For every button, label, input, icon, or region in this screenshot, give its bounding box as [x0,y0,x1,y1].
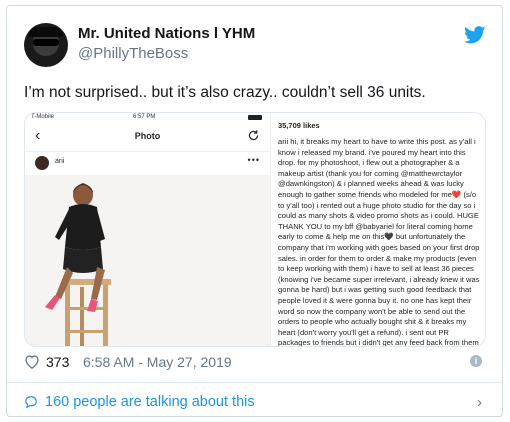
comment-bubble-icon [25,396,37,409]
instagram-post: T-Mobile 6:57 PM ‹ Photo arii ••• [25,113,271,346]
heart-icon[interactable] [24,354,40,369]
post-caption-panel: 35,709 likes arii hi, it breaks my heart… [278,115,483,347]
conversation-link[interactable]: 160 people are talking about this › [24,394,486,412]
post-username: arii [55,158,65,165]
nav-title: Photo [134,131,161,141]
post-user-bar: arii ••• [25,151,270,175]
chevron-right-icon[interactable]: › [477,394,482,411]
instagram-navbar: ‹ Photo [25,123,270,152]
phone-status-bar: T-Mobile 6:57 PM [25,113,270,123]
author-name[interactable]: Mr. United Nations l YHM [78,25,255,42]
tweet-meta: 373 6:58 AM - May 27, 2019 i [24,353,486,371]
carrier-label: T-Mobile [31,114,55,120]
embedded-screenshot[interactable]: T-Mobile 6:57 PM ‹ Photo arii ••• 35,709… [24,112,486,347]
twitter-bird-icon[interactable] [464,26,486,44]
refresh-icon [248,130,259,141]
tweet-card: Mr. United Nations l YHM @PhillyTheBoss … [6,5,503,417]
author-handle[interactable]: @PhillyTheBoss [78,45,188,62]
talking-count-text[interactable]: 160 people are talking about this [45,394,255,410]
caption-text: arii hi, it breaks my heart to have to w… [278,137,480,347]
battery-icon [248,115,262,120]
avatar[interactable] [24,23,68,67]
status-time: 6:57 PM [133,114,156,120]
divider [7,382,502,383]
tweet-text: I’m not surprised.. but it’s also crazy.… [24,84,426,101]
tweet-header: Mr. United Nations l YHM @PhillyTheBoss [7,6,502,76]
post-avatar [35,156,49,170]
post-photo [25,175,270,346]
like-count[interactable]: 373 [46,354,69,370]
tweet-timestamp[interactable]: 6:58 AM - May 27, 2019 [83,354,232,370]
likes-count: 35,709 likes [278,121,320,130]
info-icon[interactable]: i [470,355,482,367]
more-options-icon: ••• [247,155,260,165]
model-on-stool-image [25,175,270,346]
